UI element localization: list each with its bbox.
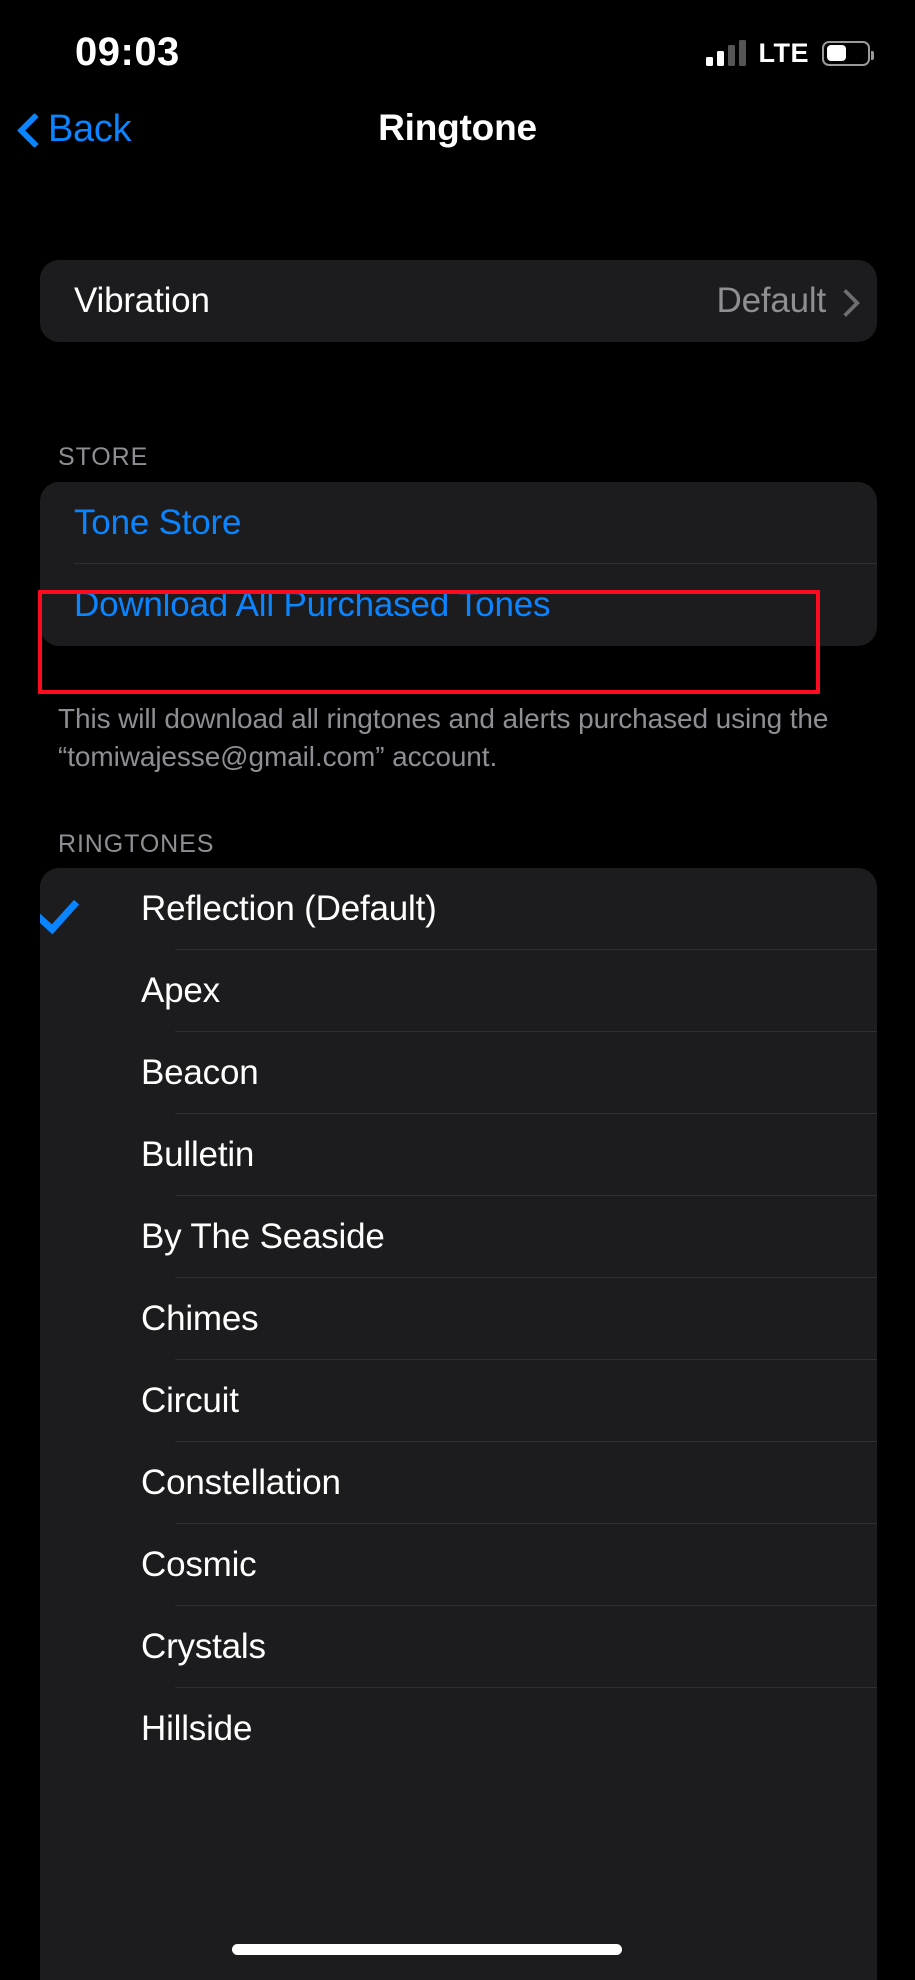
status-bar: 09:03 LTE [0,0,915,100]
vibration-row[interactable]: Vibration Default [40,260,877,342]
network-type-label: LTE [758,37,809,68]
vibration-value: Default [716,281,827,320]
list-item-label: Chimes [141,1299,259,1338]
list-item-label: Bulletin [141,1135,255,1174]
store-section-header: STORE [58,443,149,471]
list-item-label: Constellation [141,1463,341,1502]
ringtones-list-card: Reflection (Default) Apex Beacon Bulleti… [40,868,877,1980]
ringtones-section-header: RINGTONES [58,830,215,858]
download-all-purchased-tones-label: Download All Purchased Tones [74,585,551,624]
list-item[interactable]: Cosmic [40,1524,877,1606]
list-item[interactable]: Apex [40,950,877,1032]
phone-screen: 09:03 LTE Back Ringtone Vibration Defaul… [0,0,915,1980]
battery-icon [822,40,874,66]
cellular-signal-icon [705,40,746,66]
page-title: Ringtone [378,107,537,148]
list-item[interactable]: Chimes [40,1278,877,1360]
home-indicator[interactable] [232,1944,622,1955]
navigation-bar: Back Ringtone [0,100,915,185]
vibration-card: Vibration Default [40,260,877,342]
checkbox-column [40,889,141,929]
checkmark-icon [40,889,80,929]
list-item-label: Circuit [141,1381,239,1420]
tone-store-row[interactable]: Tone Store [40,482,877,564]
tone-store-label: Tone Store [74,503,242,542]
download-all-purchased-tones-row[interactable]: Download All Purchased Tones [40,564,877,646]
list-item[interactable]: Crystals [40,1606,877,1688]
list-item[interactable]: By The Seaside [40,1196,877,1278]
list-item-label: Cosmic [141,1545,257,1584]
list-item[interactable]: Beacon [40,1032,877,1114]
list-item[interactable]: Reflection (Default) [40,868,877,950]
list-item[interactable]: Circuit [40,1360,877,1442]
store-section-footer: This will download all ringtones and ale… [58,703,829,772]
status-bar-indicators: LTE [705,33,874,73]
store-card: Tone Store Download All Purchased Tones [40,482,877,646]
list-item[interactable]: Bulletin [40,1114,877,1196]
list-item-label: Apex [141,971,220,1010]
vibration-label: Vibration [74,281,210,320]
status-bar-clock: 09:03 [75,30,180,74]
list-item-label: Hillside [141,1709,253,1748]
chevron-right-icon [836,288,851,315]
list-item[interactable]: Constellation [40,1442,877,1524]
list-item[interactable]: Hillside [40,1688,877,1770]
list-item-label: Beacon [141,1053,259,1092]
list-item-label: Reflection (Default) [141,889,437,928]
list-item-label: By The Seaside [141,1217,385,1256]
list-item-label: Crystals [141,1627,266,1666]
